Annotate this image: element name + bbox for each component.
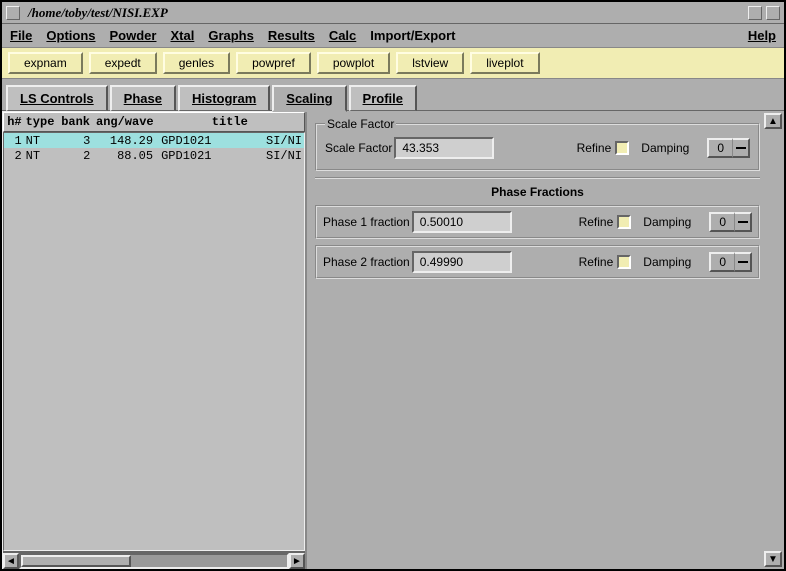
col-bank: bank [61, 115, 96, 129]
cell-title: GPD1021 SI/NI [157, 149, 302, 163]
histogram-list-panel: h# type bank ang/wave title 1 NT 3 148.2… [2, 111, 307, 569]
dropdown-button-icon[interactable] [734, 252, 752, 272]
scroll-thumb[interactable] [21, 555, 131, 567]
expedt-button[interactable]: expedt [89, 52, 157, 74]
phase2-refine-checkbox[interactable] [617, 255, 631, 269]
liveplot-button[interactable]: liveplot [470, 52, 539, 74]
damping-value: 0 [709, 252, 734, 272]
powpref-button[interactable]: powpref [236, 52, 311, 74]
h-scrollbar[interactable]: ◄ ► [3, 551, 305, 569]
damping-label: Damping [643, 255, 691, 269]
tab-panel-scaling: h# type bank ang/wave title 1 NT 3 148.2… [2, 110, 784, 569]
scale-factor-group: Scale Factor Scale Factor Refine Damping… [315, 117, 760, 171]
list-body[interactable]: 1 NT 3 148.29 GPD1021 SI/NI 2 NT 2 88.05… [3, 132, 305, 551]
cell-bank: 2 [61, 149, 96, 163]
menu-bar: File Options Powder Xtal Graphs Results … [2, 24, 784, 48]
phase1-input[interactable] [412, 211, 512, 233]
col-title: title [158, 115, 302, 129]
menu-help[interactable]: Help [748, 28, 776, 43]
cell-bank: 3 [61, 134, 96, 148]
scroll-left-icon[interactable]: ◄ [3, 553, 19, 569]
cell-angwave: 88.05 [96, 149, 157, 163]
refine-label: Refine [579, 215, 614, 229]
cell-hnum: 2 [6, 149, 26, 163]
minimize-button-icon[interactable] [748, 6, 762, 20]
scroll-down-icon[interactable]: ▼ [764, 551, 782, 567]
phase2-fraction-row: Phase 2 fraction Refine Damping 0 [315, 245, 760, 279]
window-menu-icon[interactable] [6, 6, 20, 20]
phase1-damping-dropdown[interactable]: 0 [709, 212, 752, 232]
menu-powder[interactable]: Powder [110, 28, 157, 43]
title-bar: /home/toby/test/NISI.EXP [2, 2, 784, 24]
list-row[interactable]: 1 NT 3 148.29 GPD1021 SI/NI [4, 133, 304, 148]
menu-import-export[interactable]: Import/Export [370, 28, 455, 43]
phase2-input[interactable] [412, 251, 512, 273]
damping-value: 0 [707, 138, 732, 158]
cell-hnum: 1 [6, 134, 26, 148]
scaling-panel: Scale Factor Scale Factor Refine Damping… [307, 111, 784, 569]
damping-label: Damping [643, 215, 691, 229]
cell-type: NT [26, 134, 61, 148]
damping-label: Damping [641, 141, 689, 155]
genles-button[interactable]: genles [163, 52, 230, 74]
tab-scaling[interactable]: Scaling [272, 85, 346, 112]
damping-dropdown[interactable]: 0 [707, 138, 750, 158]
tab-profile[interactable]: Profile [349, 85, 417, 111]
scale-factor-label: Scale Factor [325, 141, 392, 155]
scale-factor-input[interactable] [394, 137, 494, 159]
scroll-right-icon[interactable]: ► [289, 553, 305, 569]
menu-xtal[interactable]: Xtal [170, 28, 194, 43]
lstview-button[interactable]: lstview [396, 52, 464, 74]
cell-angwave: 148.29 [96, 134, 157, 148]
refine-label: Refine [579, 255, 614, 269]
menu-results[interactable]: Results [268, 28, 315, 43]
phase1-fraction-row: Phase 1 fraction Refine Damping 0 [315, 205, 760, 239]
list-row[interactable]: 2 NT 2 88.05 GPD1021 SI/NI [4, 148, 304, 163]
cell-title: GPD1021 SI/NI [157, 134, 302, 148]
refine-checkbox[interactable] [615, 141, 629, 155]
scale-factor-legend: Scale Factor [325, 117, 396, 131]
col-angwave: ang/wave [96, 115, 158, 129]
dropdown-button-icon[interactable] [732, 138, 750, 158]
maximize-button-icon[interactable] [766, 6, 780, 20]
col-type: type [26, 115, 61, 129]
refine-label: Refine [577, 141, 612, 155]
powplot-button[interactable]: powplot [317, 52, 390, 74]
v-scrollbar[interactable]: ▲ ▼ [764, 113, 782, 567]
list-header: h# type bank ang/wave title [3, 112, 305, 132]
col-hnum: h# [6, 115, 26, 129]
tab-phase[interactable]: Phase [110, 85, 176, 111]
cell-type: NT [26, 149, 61, 163]
menu-options[interactable]: Options [46, 28, 95, 43]
phase-fractions-heading: Phase Fractions [315, 177, 760, 203]
scroll-track[interactable] [19, 553, 289, 569]
window-title: /home/toby/test/NISI.EXP [24, 5, 744, 21]
dropdown-button-icon[interactable] [734, 212, 752, 232]
damping-value: 0 [709, 212, 734, 232]
app-window: /home/toby/test/NISI.EXP File Options Po… [0, 0, 786, 571]
phase2-damping-dropdown[interactable]: 0 [709, 252, 752, 272]
phase1-refine-checkbox[interactable] [617, 215, 631, 229]
scroll-up-icon[interactable]: ▲ [764, 113, 782, 129]
menu-graphs[interactable]: Graphs [208, 28, 254, 43]
phase1-label: Phase 1 fraction [323, 215, 410, 229]
toolbar: expnam expedt genles powpref powplot lst… [2, 48, 784, 79]
tab-histogram[interactable]: Histogram [178, 85, 270, 111]
tab-ls-controls[interactable]: LS Controls [6, 85, 108, 111]
scroll-track[interactable] [764, 129, 782, 551]
menu-file[interactable]: File [10, 28, 32, 43]
expnam-button[interactable]: expnam [8, 52, 83, 74]
tab-strip: LS Controls Phase Histogram Scaling Prof… [2, 79, 784, 110]
phase2-label: Phase 2 fraction [323, 255, 410, 269]
menu-calc[interactable]: Calc [329, 28, 356, 43]
